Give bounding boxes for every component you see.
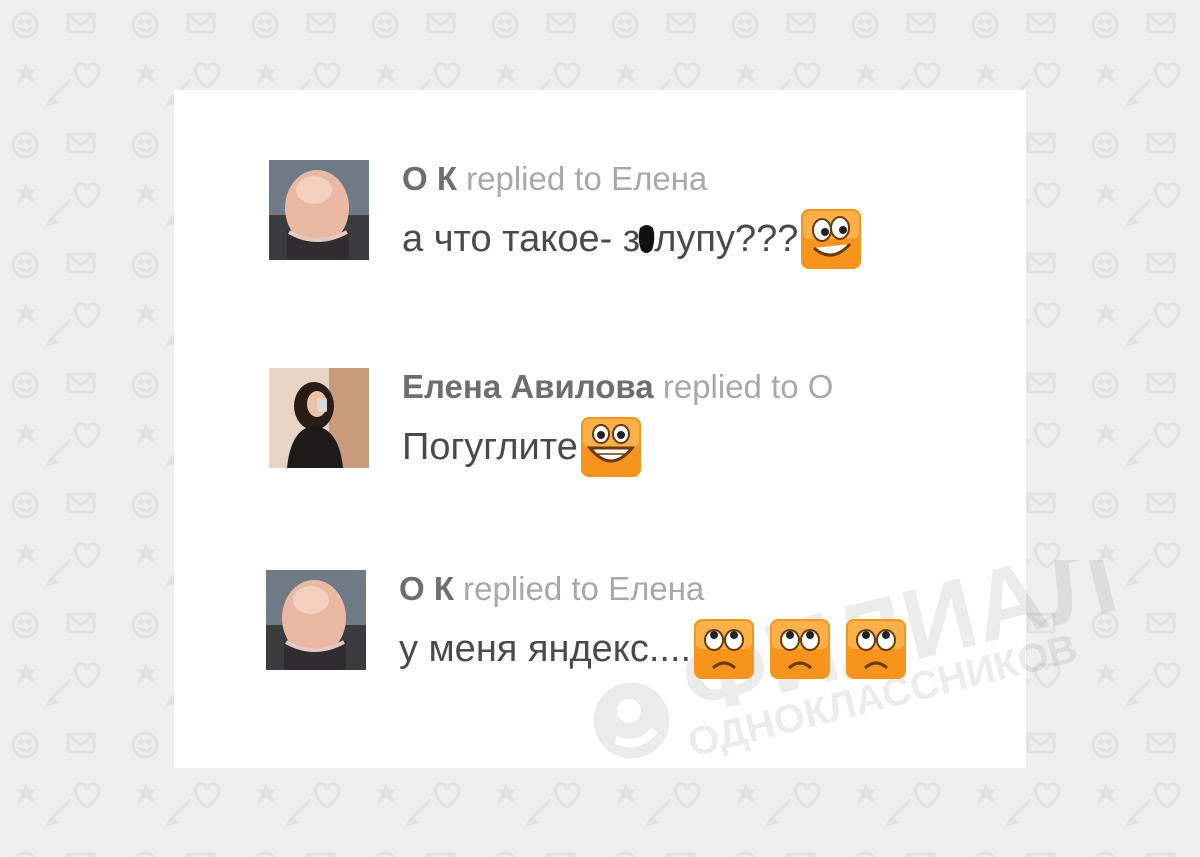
reply-meta: replied to О bbox=[662, 368, 834, 405]
comment-header: О К replied to Елена bbox=[399, 570, 704, 608]
comment-text-part: а что такое- з bbox=[402, 217, 641, 260]
author-name[interactable]: О К bbox=[399, 570, 454, 607]
comment-text: Погуглите bbox=[402, 416, 642, 478]
comments-card: ФИЛИАЛ ОДНОКЛАССНИКОВ О К replied to Еле… bbox=[174, 90, 1127, 768]
sad-smile-icon bbox=[693, 618, 755, 680]
comment-item: О К replied to Елена а что такое- з лупу… bbox=[174, 150, 1026, 280]
comment-text-part: Погуглите bbox=[402, 425, 578, 468]
reply-meta: replied to Елена bbox=[463, 570, 705, 607]
avatar[interactable] bbox=[269, 368, 369, 468]
comment-header: Елена Авилова replied to О bbox=[402, 368, 833, 406]
sad-smile-icon bbox=[769, 618, 831, 680]
reply-meta: replied to Елена bbox=[466, 160, 708, 197]
comment-header: О К replied to Елена bbox=[402, 160, 707, 198]
comment-item: Елена Авилова replied to О Погуглите bbox=[174, 358, 1026, 488]
author-name[interactable]: О К bbox=[402, 160, 457, 197]
avatar[interactable] bbox=[269, 160, 369, 260]
censor-blot bbox=[636, 220, 658, 258]
sad-smile-icon bbox=[845, 618, 907, 680]
author-name[interactable]: Елена Авилова bbox=[402, 368, 654, 405]
grin-smile-icon bbox=[800, 208, 862, 270]
comment-text-part: у меня яндекс.... bbox=[399, 627, 692, 670]
laugh-smile-icon bbox=[580, 416, 642, 478]
comment-text: а что такое- з лупу??? bbox=[402, 208, 862, 270]
comment-item: О К replied to Елена у меня яндекс.... bbox=[174, 560, 1026, 690]
avatar[interactable] bbox=[266, 570, 366, 670]
comment-text-part: лупу??? bbox=[654, 217, 799, 260]
comment-text: у меня яндекс.... bbox=[399, 618, 907, 680]
